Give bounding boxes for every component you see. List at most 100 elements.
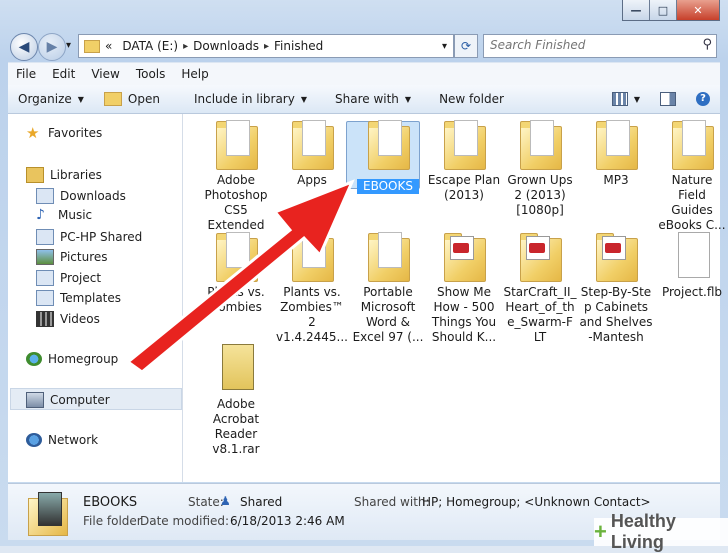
nav-library-label: Downloads (60, 189, 126, 203)
folder-content-icon (302, 120, 326, 156)
nav-favorites[interactable]: ★ Favorites (26, 126, 103, 141)
open-button[interactable]: Open (94, 92, 170, 106)
item-icon (594, 232, 638, 282)
nav-homegroup[interactable]: Homegroup (26, 352, 118, 366)
nav-libraries[interactable]: Libraries (26, 167, 102, 183)
organize-label: Organize (18, 92, 72, 106)
item-icon (214, 344, 258, 394)
templates-icon (36, 290, 54, 306)
nav-favorites-label: Favorites (48, 126, 103, 140)
file-item[interactable]: Adobe Acrobat Reader v8.1.rar (199, 344, 273, 457)
file-item[interactable]: Nature Field Guides eBooks C... (655, 120, 728, 233)
file-item[interactable]: Plants vs. Zombies (199, 232, 273, 315)
pdf-icon (450, 236, 474, 260)
file-item-label: Nature Field Guides eBooks C... (658, 173, 726, 232)
file-item[interactable]: Plants vs. Zombies™ 2 v1.4.2445... (275, 232, 349, 345)
navigation-pane: ★ Favorites Libraries Downloads ♪ Music PC… (8, 114, 183, 482)
nav-library-downloads[interactable]: Downloads (36, 188, 126, 204)
preview-pane-button[interactable] (650, 92, 686, 106)
file-item-label: EBOOKS (357, 179, 419, 194)
menu-help[interactable]: Help (173, 67, 216, 81)
search-box[interactable]: ⚲ (483, 34, 717, 58)
nav-libraries-label: Libraries (50, 168, 102, 182)
include-in-library-button[interactable]: Include in library ▼ (184, 92, 317, 106)
folder-content-icon (226, 120, 250, 156)
file-item[interactable]: Step-By-Ste p Cabinets and Shelves -Mantesh (579, 232, 653, 345)
homegroup-icon (26, 352, 42, 366)
breadcrumb-finished[interactable]: Finished (269, 39, 328, 53)
chevron-down-icon: ▼ (77, 94, 84, 104)
chevron-down-icon[interactable]: ▼ (634, 95, 640, 104)
network-icon (26, 433, 42, 447)
item-icon (366, 120, 410, 170)
item-icon (670, 120, 714, 170)
file-item[interactable]: Adobe Photoshop CS5 Extended (199, 120, 273, 233)
command-bar: Organize ▼ Open Include in library ▼ Share… (8, 85, 720, 114)
downloads-icon (36, 188, 54, 204)
pictures-icon (36, 249, 54, 265)
nav-library-pictures[interactable]: Pictures (36, 249, 108, 265)
file-item[interactable]: Escape Plan (2013) (427, 120, 501, 203)
item-icon (290, 232, 334, 282)
menu-view[interactable]: View (83, 67, 127, 81)
preview-pane-icon (660, 92, 676, 106)
new-folder-button[interactable]: New folder (429, 92, 514, 106)
file-item[interactable]: MP3 (579, 120, 653, 188)
open-folder-icon (103, 92, 122, 106)
menu-tools[interactable]: Tools (128, 67, 174, 81)
file-item-label: StarCraft_II_ Heart_of_th e_Swarm-F LT (503, 285, 577, 344)
address-overflow[interactable]: « (100, 39, 117, 53)
menu-file[interactable]: File (8, 67, 44, 81)
file-item[interactable]: StarCraft_II_ Heart_of_th e_Swarm-F LT (503, 232, 577, 345)
organize-button[interactable]: Organize ▼ (8, 92, 94, 106)
menu-bar: File Edit View Tools Help (8, 62, 720, 85)
forward-button[interactable]: ▶ (38, 33, 66, 61)
minimize-button[interactable]: — (623, 0, 650, 20)
folder-content-icon (606, 120, 630, 156)
file-item[interactable]: Show Me How - 500 Things You Should K... (427, 232, 501, 345)
shared-library-icon (36, 229, 54, 245)
address-bar[interactable]: « DATA (E:) ▸ Downloads ▸ Finished ▾ (78, 34, 454, 58)
file-item[interactable]: Grown Ups 2 (2013) [1080p] (503, 120, 577, 218)
nav-library-templates[interactable]: Templates (36, 290, 121, 306)
refresh-button[interactable]: ⟳ (454, 34, 478, 58)
close-button[interactable]: ✕ (677, 0, 719, 20)
nav-network[interactable]: Network (26, 433, 98, 447)
search-input[interactable] (484, 35, 696, 55)
item-icon (670, 232, 714, 282)
file-item-label: Portable Microsoft Word & Excel 97 (... (352, 285, 424, 344)
details-modified-label: Date modified: (140, 514, 230, 528)
file-item[interactable]: Portable Microsoft Word & Excel 97 (... (351, 232, 425, 345)
nav-library-pc-hp-shared[interactable]: PC-HP Shared (36, 229, 142, 245)
address-dropdown-icon[interactable]: ▾ (442, 41, 447, 52)
breadcrumb-drive[interactable]: DATA (E:) (117, 39, 183, 53)
change-view-button[interactable]: ▼ (602, 92, 650, 106)
libraries-icon (26, 167, 44, 183)
item-icon (214, 120, 258, 170)
file-item[interactable]: EBOOKS (351, 120, 425, 194)
shared-users-icon: ♟ (220, 494, 231, 508)
menu-edit[interactable]: Edit (44, 67, 83, 81)
videos-icon (36, 311, 54, 327)
help-button[interactable]: ? (686, 92, 720, 106)
nav-library-project[interactable]: Project (36, 270, 101, 286)
file-item[interactable]: Project.flb (655, 232, 728, 300)
maximize-button[interactable]: □ (650, 0, 677, 20)
breadcrumb-downloads[interactable]: Downloads (188, 39, 264, 53)
file-item-label: Plants vs. Zombies™ 2 v1.4.2445... (276, 285, 348, 344)
nav-computer[interactable]: Computer (26, 392, 110, 408)
details-name: EBOOKS (83, 495, 138, 510)
pdf-icon (602, 236, 626, 260)
back-button[interactable]: ◀ (10, 33, 38, 61)
nav-homegroup-label: Homegroup (48, 352, 119, 366)
recent-pages-dropdown[interactable]: ▾ (66, 40, 71, 51)
file-item[interactable]: Apps (275, 120, 349, 188)
nav-library-label: Music (58, 208, 93, 222)
plus-logo-icon: + (594, 519, 607, 544)
nav-library-videos[interactable]: Videos (36, 311, 100, 327)
share-label: Share with (335, 92, 399, 106)
folder-icon (84, 39, 100, 53)
share-with-button[interactable]: Share with ▼ (325, 92, 421, 106)
search-icon[interactable]: ⚲ (702, 37, 712, 52)
nav-library-music[interactable]: ♪ Music (36, 208, 92, 222)
